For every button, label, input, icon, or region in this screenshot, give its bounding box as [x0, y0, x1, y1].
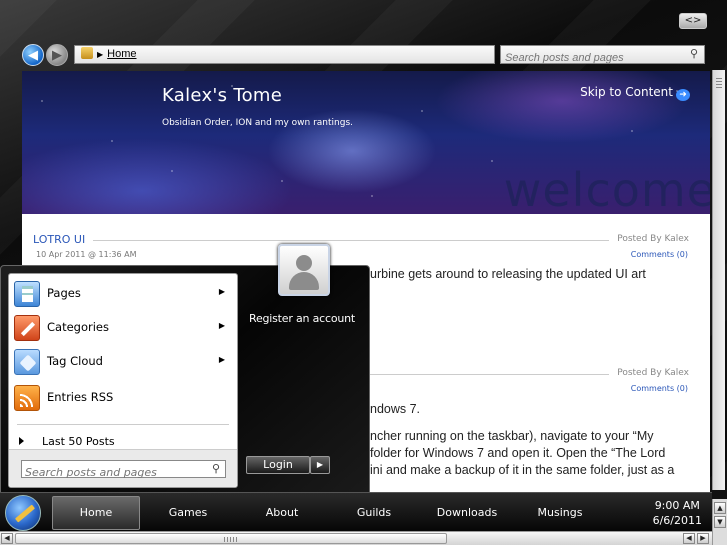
- avatar-body: [289, 272, 319, 290]
- scroll-thumb[interactable]: [15, 533, 447, 544]
- categories-icon: [14, 315, 40, 341]
- posted-by: Posted By Kalex: [612, 234, 689, 244]
- forward-button[interactable]: ▶: [46, 44, 68, 66]
- site-title[interactable]: Kalex's Tome: [162, 85, 282, 106]
- post-title-link[interactable]: LOTRO UI: [33, 233, 92, 246]
- avatar-head: [296, 255, 312, 271]
- welcome-watermark: welcome: [503, 163, 710, 214]
- arrow-right-icon: ➜: [676, 89, 690, 101]
- post-body-text: ini and make a backup of it in the same …: [370, 463, 675, 477]
- breadcrumb-home[interactable]: Home: [107, 48, 136, 60]
- post-date: 10 Apr 2011 @ 11:36 AM: [36, 250, 137, 259]
- menu-item-label: Categories: [47, 320, 109, 334]
- menu-item-last-50-posts[interactable]: Last 50 Posts: [19, 435, 115, 448]
- skip-to-content-link[interactable]: Skip to Content ➜: [580, 85, 690, 101]
- login-button[interactable]: Login: [246, 456, 310, 474]
- chevron-right-icon: ▶: [218, 287, 225, 296]
- comments-link[interactable]: Comments (0): [631, 250, 688, 259]
- clock-time: 9:00 AM: [654, 499, 700, 512]
- scroll-left-button[interactable]: ◀: [683, 533, 695, 544]
- menu-item-label: Tag Cloud: [47, 354, 103, 368]
- rss-icon: [14, 385, 40, 411]
- tag-cloud-icon: [14, 349, 40, 375]
- menu-item-label: Pages: [47, 286, 81, 300]
- site-tagline: Obsidian Order, ION and my own rantings.: [162, 118, 354, 128]
- vertical-scrollbar[interactable]: [712, 70, 725, 490]
- site-banner: Kalex's Tome Obsidian Order, ION and my …: [22, 71, 710, 214]
- menu-item-tag-cloud[interactable]: Tag Cloud ▶: [11, 346, 233, 378]
- scroll-grip[interactable]: [224, 537, 238, 542]
- back-button[interactable]: ◀: [22, 44, 44, 66]
- window-resize-control[interactable]: <>: [679, 13, 707, 29]
- scroll-right-button[interactable]: ▶: [697, 533, 709, 544]
- register-account-link[interactable]: Register an account: [249, 312, 355, 325]
- address-bar[interactable]: ▶ Home: [74, 45, 495, 64]
- start-menu-left-pane: Pages ▶ Categories ▶ Tag Cloud ▶ Entries…: [8, 273, 238, 488]
- menu-item-pages[interactable]: Pages ▶: [11, 278, 233, 310]
- clock-date: 6/6/2011: [652, 514, 702, 527]
- divider: [93, 240, 609, 241]
- chevron-right-icon: ▶: [218, 355, 225, 364]
- vertical-scroll-buttons: ▲ ▼: [712, 499, 727, 545]
- post-body-text: ndows 7.: [370, 402, 421, 416]
- scroll-up-button[interactable]: ▲: [714, 502, 726, 514]
- taskbar-item-guilds[interactable]: Guilds: [336, 493, 412, 533]
- scroll-left-button[interactable]: ◀: [1, 533, 13, 544]
- menu-item-label: Last 50 Posts: [42, 435, 115, 448]
- user-avatar[interactable]: [278, 244, 330, 296]
- chevron-right-icon: ▶: [97, 50, 104, 59]
- post-body-text: urbine gets around to releasing the upda…: [370, 267, 646, 281]
- pencil-icon: [14, 504, 36, 523]
- top-search-box[interactable]: ⚲: [500, 45, 705, 67]
- comments-link[interactable]: Comments (0): [631, 384, 688, 393]
- taskbar-clock[interactable]: 9:00 AM 6/6/2011: [653, 498, 702, 528]
- start-menu-search-box[interactable]: ⚲: [21, 460, 226, 481]
- taskbar-item-home[interactable]: Home: [52, 496, 140, 530]
- taskbar-item-musings[interactable]: Musings: [522, 493, 598, 533]
- scroll-down-button[interactable]: ▼: [714, 516, 726, 528]
- chevron-right-icon: ▶: [218, 321, 225, 330]
- login-options-button[interactable]: ▶: [310, 456, 330, 474]
- start-menu: Pages ▶ Categories ▶ Tag Cloud ▶ Entries…: [0, 244, 370, 493]
- taskbar: Home Games About Guilds Downloads Musing…: [0, 492, 712, 532]
- taskbar-item-downloads[interactable]: Downloads: [426, 493, 508, 533]
- search-icon[interactable]: ⚲: [690, 47, 698, 60]
- skip-label[interactable]: Skip to Content: [580, 85, 673, 99]
- start-orb-button[interactable]: [5, 495, 41, 531]
- post-header: LOTRO UI Posted By Kalex: [33, 233, 689, 247]
- start-menu-search-input[interactable]: [22, 464, 202, 481]
- triangle-right-icon: [19, 437, 24, 445]
- posted-by: Posted By Kalex: [612, 368, 689, 378]
- scroll-grip[interactable]: [716, 78, 722, 90]
- search-icon[interactable]: ⚲: [212, 462, 220, 475]
- search-input[interactable]: [501, 49, 681, 67]
- horizontal-scrollbar[interactable]: ◀ ◀ ▶: [0, 531, 712, 545]
- menu-item-label: Entries RSS: [47, 390, 114, 404]
- taskbar-item-about[interactable]: About: [244, 493, 320, 533]
- pages-icon: [14, 281, 40, 307]
- folder-icon: [81, 47, 93, 59]
- menu-item-entries-rss[interactable]: Entries RSS: [11, 382, 233, 414]
- post-body-text: ncher running on the taskbar), navigate …: [370, 429, 654, 443]
- divider: [17, 424, 229, 425]
- post-body-text: folder for Windows 7 and open it. Open t…: [370, 446, 666, 460]
- taskbar-item-games[interactable]: Games: [150, 493, 226, 533]
- menu-item-categories[interactable]: Categories ▶: [11, 312, 233, 344]
- start-menu-search-area: ⚲: [9, 449, 237, 487]
